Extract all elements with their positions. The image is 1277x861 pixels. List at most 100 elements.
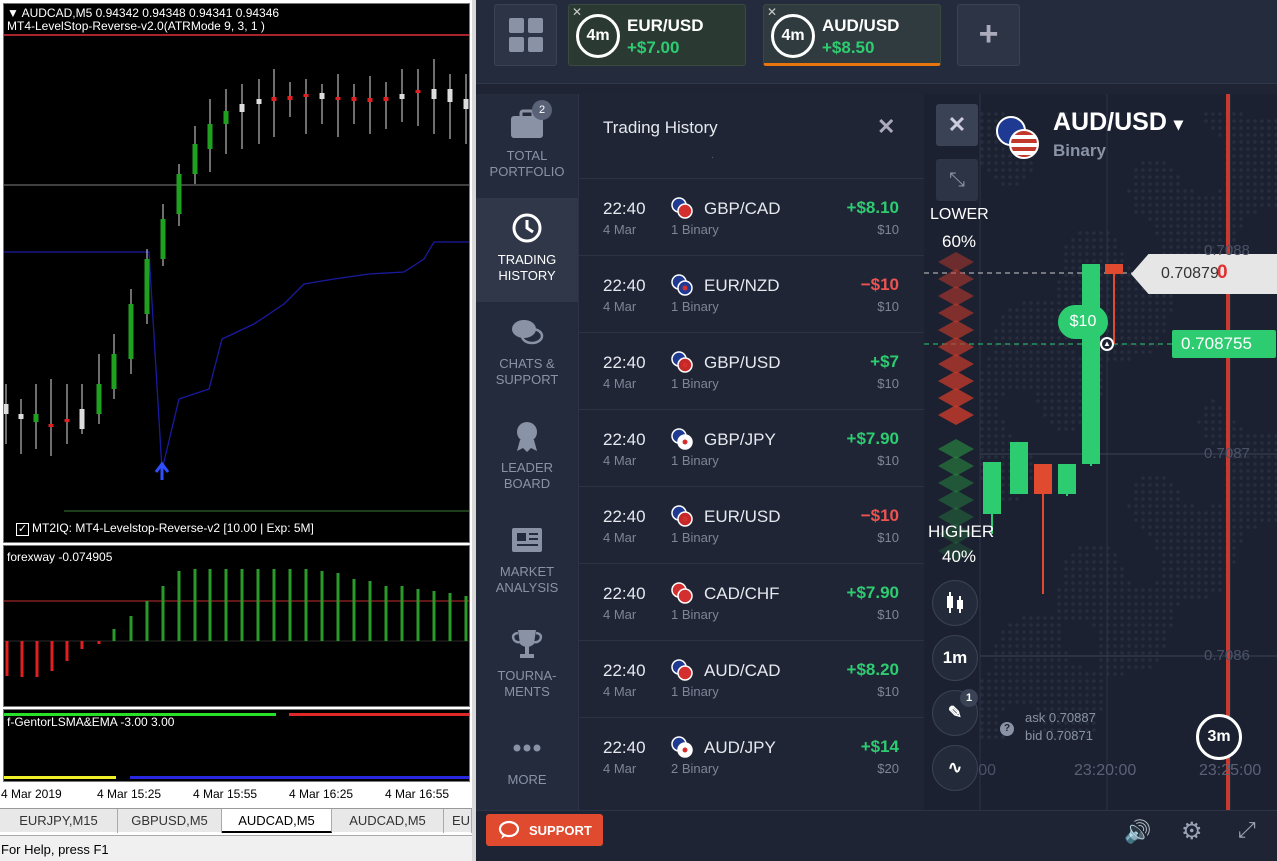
map-dot (1176, 210, 1180, 214)
map-dot (1071, 385, 1075, 389)
tab-audcad-active[interactable]: AUDCAD,M5 (222, 809, 332, 833)
sidebar-item-more[interactable]: MORE (476, 718, 578, 822)
map-dot (1162, 553, 1166, 557)
map-dot (1169, 504, 1173, 508)
tab-audcad[interactable]: AUDCAD,M5 (332, 809, 444, 833)
map-dot (1155, 616, 1159, 620)
map-dot (994, 378, 998, 382)
map-dot (1078, 413, 1082, 417)
trade-amount: $10 (877, 376, 899, 391)
map-dot (1064, 567, 1068, 571)
sound-icon[interactable]: 🔊 (1124, 819, 1151, 845)
close-tab-icon[interactable]: ✕ (767, 5, 777, 19)
indicators-button[interactable]: ∿ (932, 745, 978, 791)
map-dot (1001, 469, 1005, 473)
map-dot (980, 679, 984, 683)
timeframe-button[interactable]: 1m (932, 635, 978, 681)
map-dot (1141, 161, 1145, 165)
map-dot (1267, 140, 1271, 144)
map-dot (1141, 525, 1145, 529)
map-dot (1085, 231, 1089, 235)
map-dot (1134, 483, 1138, 487)
map-dot (1134, 602, 1138, 606)
history-row[interactable]: 22:40 4 Mar GBP/USD 1 Binary +$7 $10 (579, 332, 925, 409)
map-dot (1169, 224, 1173, 228)
help-icon[interactable]: ? (1000, 722, 1014, 736)
sidebar-item-total-portfolio[interactable]: 2 TOTAL PORTFOLIO (476, 94, 578, 198)
map-dot (1043, 350, 1047, 354)
map-dot (1015, 378, 1019, 382)
tab-gbpusd[interactable]: GBPUSD,M5 (118, 809, 222, 833)
sidebar-item-chats-support[interactable]: CHATS & SUPPORT (476, 302, 578, 406)
candle-body (399, 94, 405, 99)
trade-result: +$7.90 (846, 429, 899, 448)
support-button[interactable]: SUPPORT (486, 814, 603, 846)
history-row[interactable]: 22:40 4 Mar EUR/NZD 1 Binary −$10 $10 (579, 255, 925, 332)
main-price-chart[interactable]: ▼ AUDCAD,M5 0.94342 0.94348 0.94341 0.94… (3, 3, 470, 543)
map-dot (980, 378, 984, 382)
map-dot (1064, 280, 1068, 284)
map-dot (1169, 483, 1173, 487)
map-dot (980, 371, 984, 375)
map-dot (1232, 546, 1236, 550)
sidebar-item-market-analysis[interactable]: MARKET ANALYSIS (476, 510, 578, 614)
currency-flags-icon (671, 736, 693, 758)
map-dot (1113, 560, 1117, 564)
map-dot (1043, 399, 1047, 403)
scroll-indicator: · (711, 152, 715, 163)
fullscreen-icon[interactable]: ⤢ (1238, 817, 1256, 843)
drawing-tools-button[interactable]: ✎ 1 (932, 689, 978, 736)
asset-tab-audusd[interactable]: ✕ 4m AUD/USD +$8.50 (763, 4, 941, 66)
map-dot (1036, 399, 1040, 403)
tab-eurjpy[interactable]: EURJPY,M15 (0, 809, 118, 833)
map-dot (1197, 532, 1201, 536)
map-dot (1036, 350, 1040, 354)
candle-type-icon[interactable] (932, 580, 978, 626)
map-dot (1001, 420, 1005, 424)
collapse-icon[interactable]: ⤡ (936, 159, 978, 201)
map-dot (1008, 378, 1012, 382)
sidebar-item-leaderboard[interactable]: LEADER BOARD (476, 406, 578, 510)
map-dot (1071, 616, 1075, 620)
history-row[interactable]: 22:40 4 Mar AUD/JPY 2 Binary +$14 $20 (579, 717, 925, 794)
close-icon[interactable]: ✕ (877, 114, 895, 140)
history-row[interactable]: 22:40 4 Mar GBP/JPY 1 Binary +$7.90 $10 (579, 409, 925, 486)
sidebar-item-trading-history[interactable]: TRADING HISTORY (476, 198, 578, 302)
map-dot (1036, 693, 1040, 697)
asset-title[interactable]: AUD/USD ▾ (1053, 108, 1183, 137)
map-dot (1148, 483, 1152, 487)
map-dot (987, 371, 991, 375)
gear-icon[interactable]: ⚙ (1181, 817, 1203, 846)
map-dot (1078, 357, 1082, 361)
trading-chart[interactable]: ✕ ⤡ LOWER 60% HIGHER 40% AUD/USD ▾ Binar… (924, 94, 1277, 810)
map-dot (1162, 539, 1166, 543)
map-dot (1218, 574, 1222, 578)
map-dot (1169, 490, 1173, 494)
sidebar-label: TOTAL (506, 148, 548, 163)
map-dot (1092, 595, 1096, 599)
sidebar-label: TOURNA- (497, 668, 557, 683)
history-row[interactable]: 22:40 4 Mar AUD/CAD 1 Binary +$8.20 $10 (579, 640, 925, 717)
histogram-bar (288, 569, 292, 641)
entry-price-tag: 0.708755 (1172, 330, 1276, 358)
map-dot (1183, 574, 1187, 578)
sidebar-item-tournaments[interactable]: TOURNA- MENTS (476, 614, 578, 718)
gentor-label: f-GentorLSMA&EMA -3.00 3.00 (7, 715, 175, 729)
tab-eu[interactable]: EU (444, 809, 472, 833)
history-row[interactable]: 22:40 4 Mar EUR/USD 1 Binary −$10 $10 (579, 486, 925, 563)
asset-tab-eurusd[interactable]: ✕ 4m EUR/USD +$7.00 (568, 4, 746, 66)
history-row[interactable]: 22:40 4 Mar GBP/CAD 1 Binary +$8.10 $10 (579, 178, 925, 255)
map-dot (1099, 567, 1103, 571)
close-chart-icon[interactable]: ✕ (936, 104, 978, 146)
close-tab-icon[interactable]: ✕ (572, 5, 582, 19)
map-dot (1127, 602, 1131, 606)
history-row[interactable]: 22:40 4 Mar CAD/CHF 1 Binary +$7.90 $10 (579, 563, 925, 640)
checkbox-icon[interactable]: ✓ (16, 523, 29, 536)
map-dot (1057, 700, 1061, 704)
map-dot (1183, 196, 1187, 200)
map-dot (1120, 651, 1124, 655)
grid-menu-button[interactable] (494, 4, 557, 66)
plus-icon[interactable]: + (957, 4, 1020, 66)
map-dot (1029, 679, 1033, 683)
map-dot (1064, 364, 1068, 368)
